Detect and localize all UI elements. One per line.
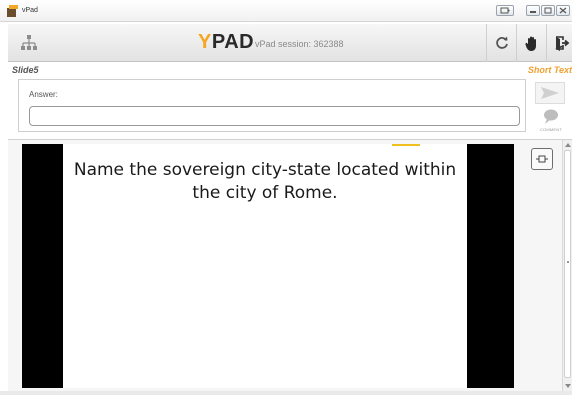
minimize-icon	[530, 11, 536, 13]
send-button[interactable]	[535, 82, 565, 104]
slide-frame: Name the sovereign city-state located wi…	[22, 144, 514, 388]
main-toolbar: YPAD vPad session: 362388	[8, 24, 572, 62]
comment-label: COMMENT	[539, 127, 563, 132]
scroll-thumb[interactable]	[564, 150, 571, 378]
answer-panel: Answer:	[18, 79, 526, 132]
window-bottom-edge	[0, 391, 572, 395]
app-icon	[7, 5, 18, 17]
slide-label: Slide5	[12, 65, 39, 75]
comment-icon	[544, 109, 558, 124]
slide-content: Name the sovereign city-state located wi…	[63, 144, 467, 388]
answer-input[interactable]	[29, 106, 520, 126]
scroll-down-icon[interactable]	[565, 384, 571, 388]
refresh-icon	[495, 36, 508, 49]
logo-pad: PAD	[211, 31, 255, 53]
screen-share-button[interactable]	[496, 5, 514, 16]
send-arrow-icon	[541, 87, 559, 99]
vertical-scrollbar[interactable]	[562, 140, 572, 392]
maximize-button[interactable]	[541, 5, 555, 16]
close-button[interactable]	[556, 5, 570, 16]
close-icon	[559, 7, 567, 14]
refresh-button[interactable]	[486, 24, 516, 62]
network-icon[interactable]	[20, 34, 38, 52]
answer-label: Answer:	[29, 90, 58, 99]
scroll-up-icon[interactable]	[565, 143, 571, 147]
minimize-button[interactable]	[526, 5, 540, 16]
screen-share-icon	[500, 7, 510, 14]
ypad-logo: YPAD	[198, 32, 254, 52]
exit-icon	[555, 36, 569, 51]
question-type-label: Short Text	[527, 65, 572, 75]
slide-viewer: Name the sovereign city-state located wi…	[8, 139, 572, 392]
question-text: Name the sovereign city-state located wi…	[73, 160, 457, 203]
expand-icon	[536, 155, 548, 163]
raise-hand-icon	[524, 36, 536, 51]
raise-hand-button[interactable]	[516, 24, 546, 62]
window-title: vPad	[22, 7, 38, 14]
session-text: vPad session: 362388	[255, 39, 344, 49]
slide-accent-bar	[392, 144, 420, 146]
title-bar: vPad	[0, 0, 572, 22]
exit-button[interactable]	[546, 24, 572, 62]
comment-button[interactable]: COMMENT	[538, 108, 564, 134]
scroll-grip	[567, 261, 569, 263]
maximize-icon	[544, 7, 552, 14]
logo-y: Y	[198, 31, 212, 53]
expand-button[interactable]	[531, 148, 553, 170]
